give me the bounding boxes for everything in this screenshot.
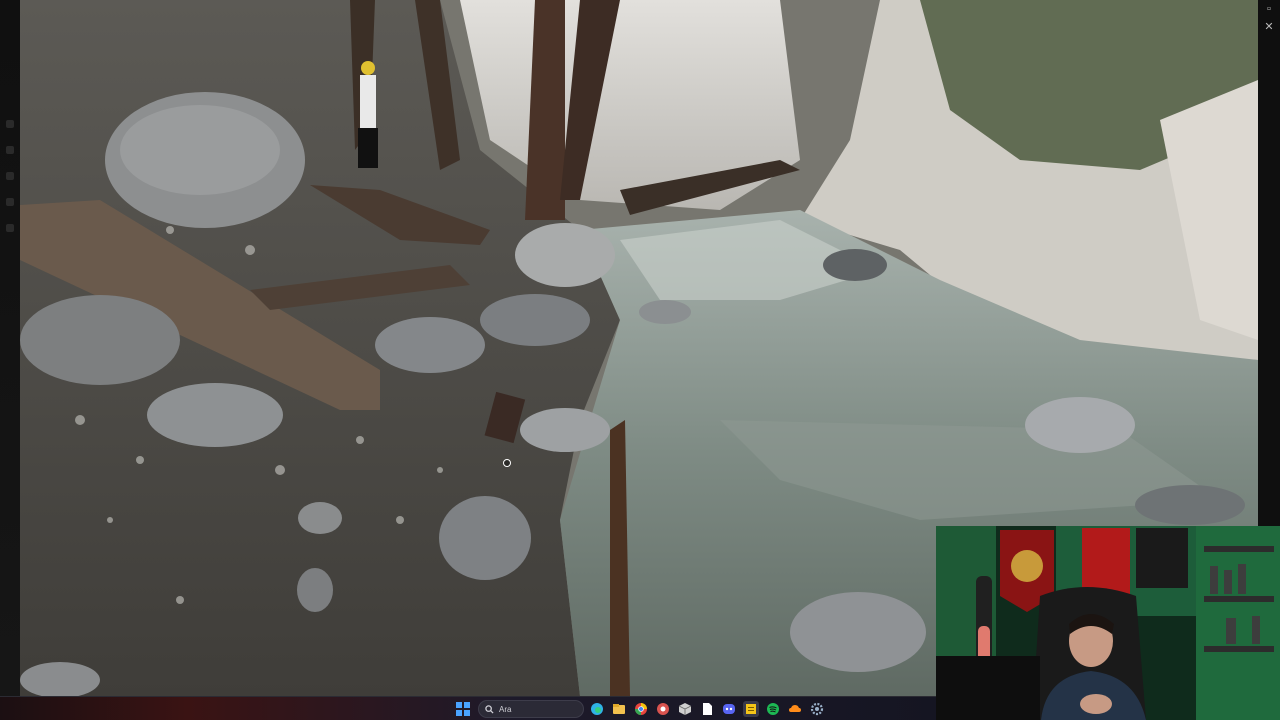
search-placeholder: Ara (499, 704, 512, 714)
close-icon[interactable]: ✕ (1264, 22, 1274, 33)
windows-taskbar: Ara (0, 696, 936, 720)
webcam-overlay (936, 526, 1280, 720)
discord-icon[interactable] (721, 701, 737, 717)
minimize-icon[interactable]: ▫ (1264, 4, 1274, 15)
taskbar-search-input[interactable]: Ara (478, 700, 584, 718)
toolbar-icon[interactable] (6, 172, 14, 180)
mouse-cursor (503, 459, 511, 467)
toolbar-icon[interactable] (6, 146, 14, 154)
file-explorer-icon[interactable] (611, 701, 627, 717)
notes-icon[interactable] (743, 701, 759, 717)
toolbar-icon[interactable] (6, 224, 14, 232)
app-cube-icon[interactable] (677, 701, 693, 717)
settings-icon[interactable] (809, 701, 825, 717)
cloud-icon[interactable] (787, 701, 803, 717)
toolbar-icon[interactable] (6, 198, 14, 206)
chrome-icon[interactable] (633, 701, 649, 717)
webcam-feed-illustration (936, 526, 1280, 720)
spotify-icon[interactable] (765, 701, 781, 717)
toolbar-icon[interactable] (6, 120, 14, 128)
start-icon[interactable] (455, 701, 471, 717)
left-toolbar-strip (0, 0, 20, 696)
search-icon (485, 704, 494, 714)
chrome-alt-icon[interactable] (655, 701, 671, 717)
document-icon[interactable] (699, 701, 715, 717)
edge-icon[interactable] (589, 701, 605, 717)
